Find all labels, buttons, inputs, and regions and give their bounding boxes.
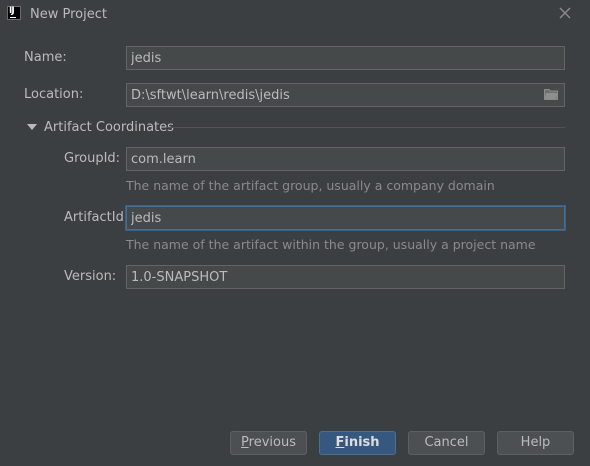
- version-input[interactable]: [126, 265, 565, 289]
- artifactid-input[interactable]: [126, 206, 565, 230]
- groupid-input[interactable]: [126, 147, 565, 171]
- cancel-button[interactable]: Cancel: [408, 431, 485, 455]
- folder-browse-icon[interactable]: [544, 88, 558, 100]
- finish-button[interactable]: Finish: [319, 431, 396, 455]
- name-input[interactable]: [126, 46, 565, 70]
- groupid-hint: The name of the artifact group, usually …: [126, 178, 495, 193]
- intellij-app-icon: IJ: [7, 6, 21, 20]
- name-label: Name:: [24, 50, 67, 65]
- artifactid-hint: The name of the artifact within the grou…: [126, 237, 536, 252]
- artifact-coordinates-section-title[interactable]: Artifact Coordinates: [44, 120, 174, 135]
- previous-button[interactable]: Previous: [230, 431, 307, 455]
- location-label: Location:: [24, 87, 84, 102]
- help-button[interactable]: Help: [497, 431, 574, 455]
- version-label: Version:: [64, 269, 117, 284]
- window-title: New Project: [30, 7, 107, 22]
- title-bar: IJ New Project: [0, 0, 590, 30]
- close-icon[interactable]: [558, 6, 572, 20]
- expand-arrow-icon[interactable]: [27, 123, 37, 131]
- section-divider: [167, 127, 565, 128]
- artifactid-label: ArtifactId:: [64, 210, 129, 225]
- groupid-label: GroupId:: [64, 151, 121, 166]
- location-input[interactable]: [126, 83, 565, 107]
